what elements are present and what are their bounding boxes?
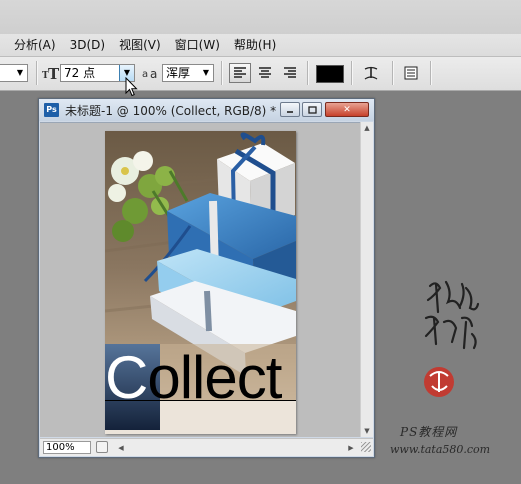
watermark-line1: PS教程网: [400, 425, 458, 439]
toolbar-separator: [36, 61, 37, 85]
menu-3d[interactable]: 3D(D): [63, 34, 112, 56]
scroll-right-icon[interactable]: ▶: [345, 441, 357, 454]
svg-text:T: T: [48, 65, 60, 81]
antialias-value: 浑厚: [166, 66, 191, 80]
toolbar-separator: [430, 61, 431, 85]
font-style-select[interactable]: ▼: [0, 64, 28, 82]
toolbar-separator: [392, 61, 393, 85]
maximize-button[interactable]: [302, 102, 322, 117]
watermark-seal: [424, 367, 454, 397]
document-window: Ps 未标题-1 @ 100% (Collect, RGB/8) * ✕ Col…: [38, 98, 375, 458]
zoom-field[interactable]: 100%: [43, 441, 91, 454]
font-size-select[interactable]: 72 点 ▼: [60, 64, 135, 82]
menu-view[interactable]: 视图(V): [112, 34, 168, 56]
scroll-left-icon[interactable]: ◀: [115, 441, 127, 454]
align-right-icon[interactable]: [279, 64, 301, 82]
font-size-icon: T T: [42, 64, 60, 82]
horizontal-scrollbar[interactable]: ◀ ▶: [115, 441, 357, 454]
scroll-up-icon[interactable]: ▲: [361, 122, 373, 134]
menu-analysis[interactable]: 分析(A): [7, 34, 63, 56]
resize-grip-icon[interactable]: [361, 442, 371, 452]
menu-help[interactable]: 帮助(H): [227, 34, 283, 56]
watermark-calligraphy: [424, 280, 480, 350]
antialias-icon: a a: [142, 64, 160, 82]
align-left-icon[interactable]: [229, 63, 251, 83]
minimize-icon: [287, 110, 293, 113]
text-baseline: [105, 400, 296, 401]
cursor-icon: [125, 76, 139, 97]
document-title-bar[interactable]: Ps 未标题-1 @ 100% (Collect, RGB/8) * ✕: [39, 99, 374, 121]
status-bar: 100% ◀ ▶: [40, 438, 373, 456]
svg-text:a: a: [142, 69, 148, 80]
antialias-select[interactable]: 浑厚 ▼: [162, 64, 214, 82]
toolbar-separator: [351, 61, 352, 85]
warp-text-icon[interactable]: [360, 64, 382, 82]
align-center-icon[interactable]: [254, 64, 276, 82]
chevron-down-icon: ▼: [202, 68, 210, 77]
artwork-image[interactable]: Collect: [105, 131, 296, 434]
application-top-strip: [0, 0, 521, 34]
panels-icon[interactable]: [400, 64, 422, 82]
font-size-value: 72 点: [64, 66, 96, 80]
options-bar: ▼ T T 72 点 ▼ a a 浑厚 ▼: [0, 57, 521, 97]
watermark-line2: www.tata580.com: [390, 443, 491, 456]
toolbar-separator: [221, 61, 222, 85]
text-color-swatch[interactable]: [316, 65, 344, 83]
chevron-down-icon: ▼: [16, 68, 24, 77]
restore-icon: [307, 105, 317, 114]
vertical-scrollbar[interactable]: ▲ ▼: [360, 122, 373, 437]
menu-bar: 分析(A) 3D(D) 视图(V) 窗口(W) 帮助(H): [0, 34, 521, 57]
close-button[interactable]: ✕: [325, 102, 369, 117]
scroll-down-icon[interactable]: ▼: [361, 425, 373, 437]
close-icon: ✕: [343, 104, 351, 115]
menu-window[interactable]: 窗口(W): [168, 34, 227, 56]
status-info-icon[interactable]: [96, 441, 108, 453]
document-title: 未标题-1 @ 100% (Collect, RGB/8) *: [65, 104, 277, 118]
canvas-area[interactable]: Collect: [40, 122, 362, 437]
photoshop-logo-icon: Ps: [44, 103, 59, 117]
svg-text:a: a: [150, 67, 157, 80]
minimize-button[interactable]: [280, 102, 300, 117]
artwork-text-collect: Collect: [105, 343, 296, 413]
toolbar-separator: [307, 61, 308, 85]
